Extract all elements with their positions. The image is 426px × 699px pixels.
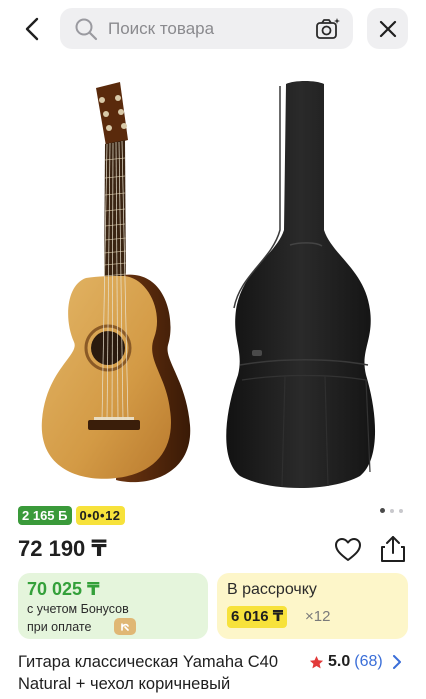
payment-note: при оплате	[27, 620, 92, 634]
black-gig-bag-photo	[226, 81, 376, 488]
search-icon	[75, 18, 98, 41]
pagination-dot	[390, 508, 394, 513]
product-gallery[interactable]	[0, 58, 426, 500]
badges-row: 2 165 Б 0•0•12	[18, 506, 125, 525]
product-title: Гитара классическая Yamaha C40 Natural +…	[18, 653, 279, 693]
classical-guitar-photo	[41, 82, 191, 483]
close-button[interactable]	[367, 8, 408, 49]
bonus-badge: 2 165 Б	[18, 506, 72, 525]
share-icon[interactable]	[379, 534, 407, 564]
search-placeholder: Поиск товара	[108, 19, 215, 38]
installment-title: В рассрочку	[227, 581, 317, 598]
heart-icon[interactable]	[334, 536, 362, 564]
installment-monthly-payment: 6 016 ₸	[227, 606, 288, 628]
search-input[interactable]: Поиск товара	[60, 8, 353, 49]
bonus-price-card[interactable]: 70 025 ₸ с учетом Бонусов при оплате	[18, 573, 208, 639]
pagination-dot	[399, 508, 403, 513]
rating-value: 5.0	[328, 653, 351, 670]
gallery-pagination	[380, 508, 403, 513]
back-button[interactable]	[14, 12, 50, 46]
camera-icon[interactable]	[315, 16, 341, 42]
bonus-coin-icon	[114, 618, 136, 635]
rating-link[interactable]: 5.0 (68)	[309, 651, 403, 673]
reviews-count: (68)	[354, 653, 383, 670]
bonus-note: с учетом Бонусов	[27, 602, 129, 616]
installment-card[interactable]: В рассрочку 6 016 ₸ ×12	[217, 573, 408, 639]
back-arrow-icon	[25, 17, 39, 41]
chevron-right-icon	[392, 655, 401, 669]
star-icon	[309, 655, 324, 668]
product-price: 72 190 ₸	[18, 536, 107, 561]
installment-months: ×12	[305, 608, 331, 625]
pagination-dot-active	[380, 508, 385, 513]
installment-badge: 0•0•12	[75, 506, 125, 525]
bonus-price: 70 025 ₸	[27, 579, 100, 599]
top-bar: Поиск товара	[0, 0, 426, 58]
close-icon	[379, 20, 396, 37]
